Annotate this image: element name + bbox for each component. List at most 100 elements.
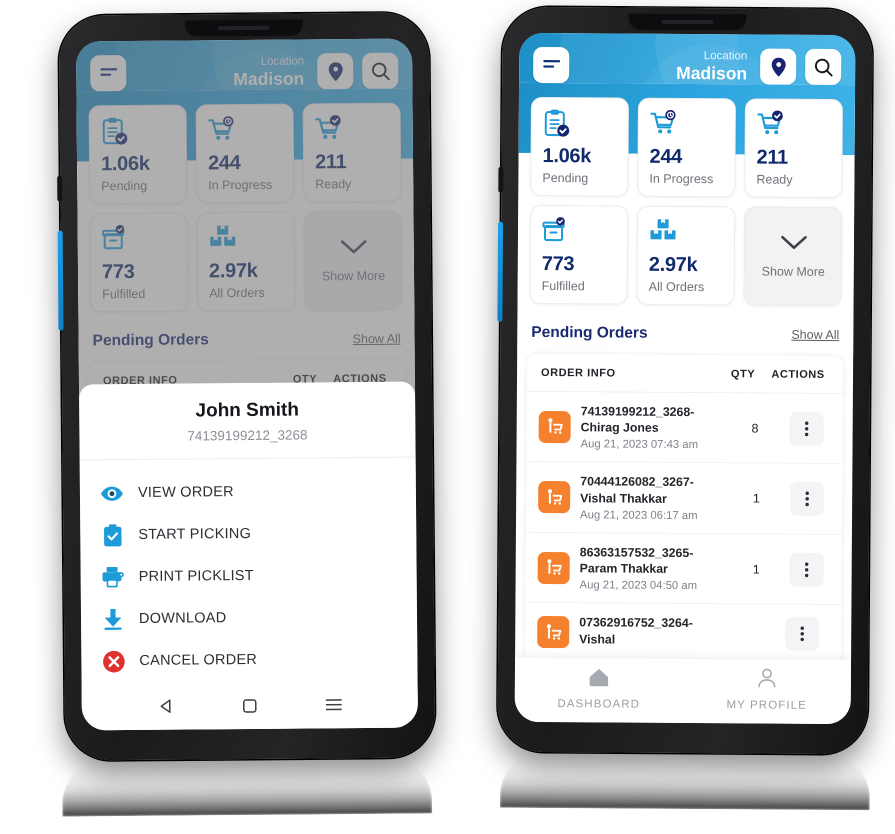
- phone-notch: [184, 19, 303, 37]
- order-title: 74139199212_3268-Chirag Jones: [580, 404, 695, 436]
- screen-left: Location Madison: [75, 38, 418, 731]
- stat-label: In Progress: [649, 171, 714, 187]
- order-qty: 1: [752, 491, 760, 506]
- triangle-back-icon[interactable]: [158, 699, 173, 719]
- table-header: ORDER INFO QTY ACTIONS: [526, 353, 844, 395]
- customer-name: John Smith: [195, 399, 300, 422]
- stat-value: 2.97k: [648, 253, 698, 277]
- order-date: [579, 650, 712, 651]
- phone-reflection: [61, 755, 433, 817]
- stat-card-all-orders[interactable]: 2.97k All Orders: [636, 205, 736, 306]
- order-title: 07362916752_3264-Vishal: [579, 615, 693, 647]
- order-qty: 8: [751, 421, 759, 436]
- nav-label: DASHBOARD: [557, 698, 641, 711]
- order-actions: [783, 411, 831, 446]
- order-actions: [784, 552, 830, 587]
- boxes-icon: [649, 218, 724, 249]
- column-header-qty: QTY: [730, 368, 756, 381]
- nav-label: MY PROFILE: [726, 699, 807, 712]
- table-row[interactable]: 86363157532_3265-Param Thakkar Aug 21, 2…: [525, 532, 842, 606]
- hamburger-menu-icon[interactable]: [533, 46, 570, 84]
- nav-item-dashboard[interactable]: DASHBOARD: [515, 667, 683, 711]
- bottom-navigation: DASHBOARD MY PROFILE: [514, 657, 852, 725]
- column-header-actions: ACTIONS: [771, 368, 825, 381]
- stats-row-primary: 1.06k Pending 244 In Progress: [518, 82, 856, 199]
- show-all-link[interactable]: Show All: [791, 328, 839, 342]
- stat-value: 1.06k: [542, 145, 592, 168]
- column-header-order-info: ORDER INFO: [541, 366, 616, 380]
- chevron-down-icon: [779, 235, 807, 256]
- action-download[interactable]: DOWNLOAD: [81, 596, 417, 641]
- printer-icon: [101, 565, 125, 589]
- stat-value: 211: [756, 146, 789, 169]
- cart-clock-icon: [650, 109, 725, 141]
- stat-value: 244: [649, 145, 683, 168]
- order-title: 70444126082_3267-Vishal Thakkar: [580, 474, 694, 506]
- action-cancel-order[interactable]: CANCEL ORDER: [81, 638, 417, 683]
- shopper-cart-icon: [537, 551, 570, 584]
- cancel-circle-icon: [101, 649, 125, 673]
- more-vertical-icon[interactable]: [789, 411, 825, 446]
- order-qty: 1: [752, 562, 760, 577]
- stat-card-fulfilled[interactable]: 773 Fulfilled: [529, 204, 629, 305]
- order-id: 74139199212_3268: [187, 427, 308, 444]
- map-pin-icon[interactable]: [760, 48, 797, 85]
- page-title: Pending Orders: [531, 323, 648, 342]
- more-vertical-icon[interactable]: [789, 552, 824, 587]
- stats-row-secondary: 773 Fulfilled 2.97k All Orders: [518, 204, 855, 310]
- action-label: DOWNLOAD: [138, 610, 227, 627]
- more-vertical-icon[interactable]: [784, 616, 819, 651]
- stat-label: Ready: [756, 172, 793, 187]
- action-start-picking[interactable]: START PICKING: [80, 512, 416, 557]
- action-sheet-items: VIEW ORDER START PICKING PRINT PICKLIST: [80, 458, 418, 689]
- action-print-picklist[interactable]: PRINT PICKLIST: [80, 554, 416, 599]
- stat-card-in-progress[interactable]: 244 In Progress: [637, 97, 736, 198]
- stat-card-ready[interactable]: 211 Ready: [744, 98, 843, 199]
- location-label: Location: [703, 49, 748, 63]
- power-button: [497, 221, 504, 322]
- table-row[interactable]: 07362916752_3264-Vishal: [525, 603, 842, 661]
- order-date: Aug 21, 2023 04:50 am: [579, 579, 698, 593]
- more-vertical-icon[interactable]: [790, 481, 825, 517]
- box-check-icon: [542, 217, 617, 248]
- nav-item-my-profile[interactable]: MY PROFILE: [683, 668, 851, 712]
- order-actions: [784, 481, 830, 517]
- order-info: 86363157532_3265-Param Thakkar Aug 21, 2…: [580, 544, 729, 592]
- hamburger-recents-icon[interactable]: [325, 698, 342, 716]
- cart-check-icon: [757, 110, 832, 141]
- person-icon: [757, 668, 777, 693]
- action-view-order[interactable]: VIEW ORDER: [80, 470, 416, 515]
- action-label: PRINT PICKLIST: [138, 567, 254, 585]
- volume-button: [57, 175, 63, 202]
- stat-label: Fulfilled: [541, 278, 585, 294]
- clipboard-check-icon: [100, 523, 124, 547]
- eye-icon: [100, 481, 124, 505]
- order-date: Aug 21, 2023 06:17 am: [580, 509, 698, 522]
- download-icon: [101, 607, 125, 631]
- square-home-icon[interactable]: [242, 698, 257, 717]
- order-info: 70444126082_3267-Vishal Thakkar Aug 21, …: [580, 474, 729, 522]
- action-sheet-header: John Smith 74139199212_3268: [78, 381, 416, 461]
- phone-right: Location Madison 1.06k Pending 244 In Pr…: [497, 6, 873, 755]
- search-icon[interactable]: [805, 48, 842, 86]
- phone-left: Location Madison: [57, 12, 436, 761]
- android-navigation-bar: [81, 685, 418, 731]
- show-more-button[interactable]: Show More: [743, 206, 843, 307]
- order-date: Aug 21, 2023 07:43 am: [580, 438, 699, 452]
- table-row[interactable]: 70444126082_3267-Vishal Thakkar Aug 21, …: [525, 462, 843, 535]
- stats-section: 1.06k Pending 244 In Progress: [517, 82, 856, 311]
- location-value: Madison: [676, 62, 748, 84]
- phone-reflection: [499, 749, 871, 811]
- clipboard-check-icon: [543, 109, 618, 140]
- stat-card-pending[interactable]: 1.06k Pending: [530, 96, 629, 197]
- app-header: Location Madison: [519, 32, 856, 195]
- stat-value: 773: [541, 252, 575, 276]
- home-icon: [588, 667, 610, 691]
- location-block: Location Madison: [676, 50, 751, 83]
- orders-list: ORDER INFO QTY ACTIONS 74139199212_3268-…: [525, 353, 844, 661]
- action-label: CANCEL ORDER: [139, 651, 258, 669]
- order-action-sheet: John Smith 74139199212_3268 VIEW ORDER S…: [78, 381, 418, 731]
- order-info: 74139199212_3268-Chirag Jones Aug 21, 20…: [581, 403, 727, 451]
- table-row[interactable]: 74139199212_3268-Chirag Jones Aug 21, 20…: [526, 391, 843, 465]
- action-label: VIEW ORDER: [137, 484, 234, 501]
